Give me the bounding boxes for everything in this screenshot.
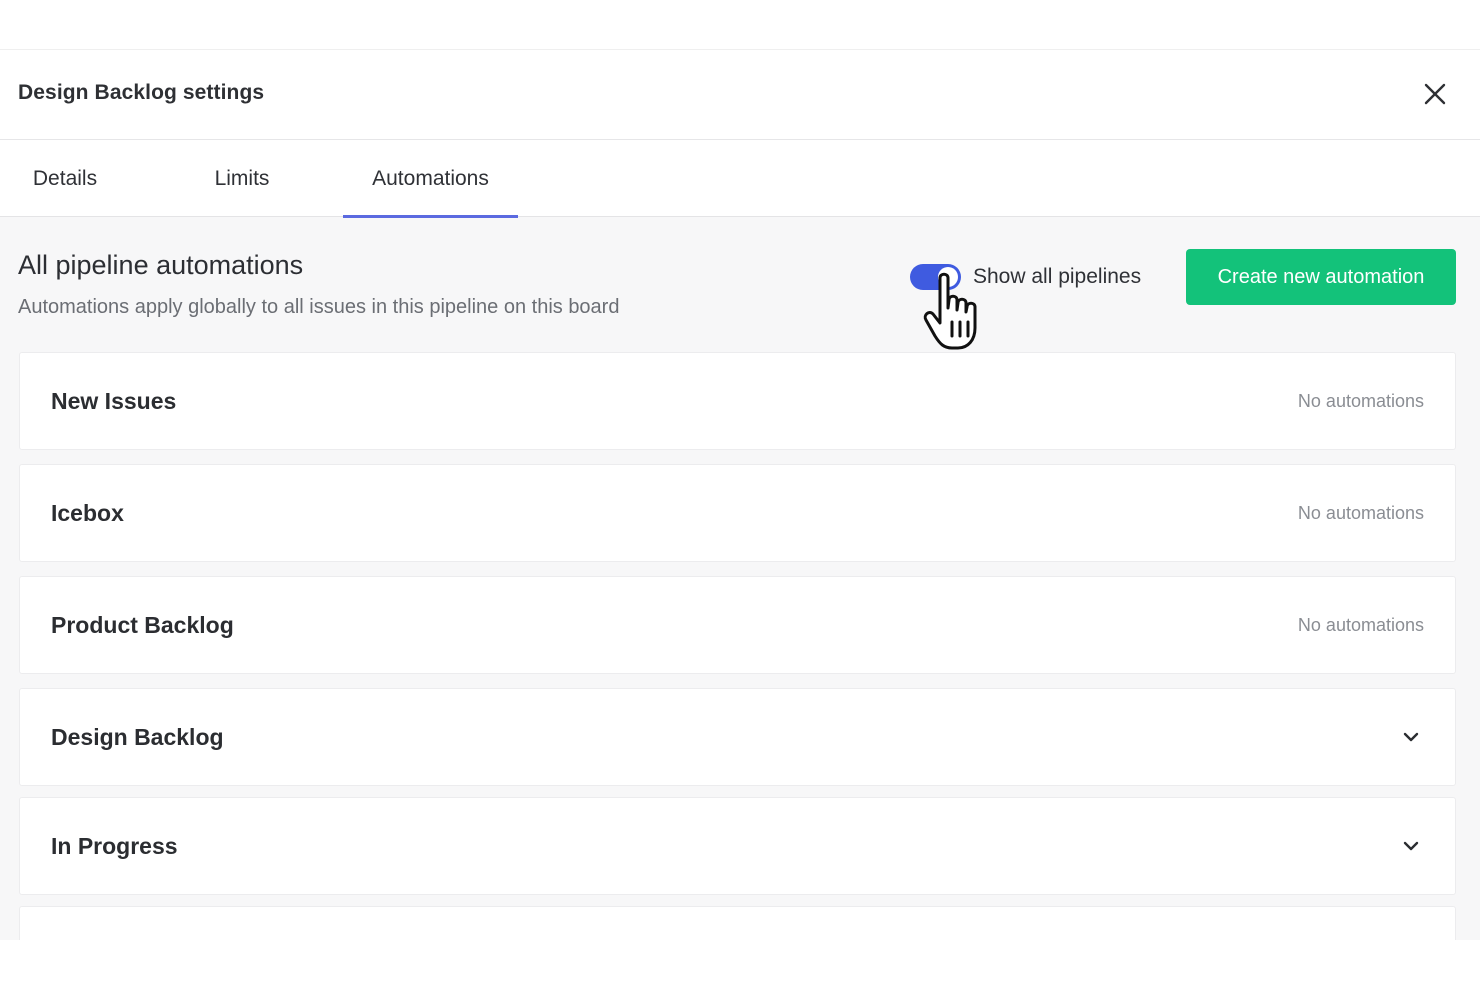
section-title: All pipeline automations bbox=[18, 250, 304, 280]
toggle-label: Show all pipelines bbox=[973, 265, 1142, 288]
create-automation-button[interactable]: Create new automation bbox=[1186, 249, 1456, 305]
pipeline-status: No automations bbox=[1297, 503, 1424, 523]
tab-bar: Details Limits Automations bbox=[0, 140, 1480, 218]
tab-details[interactable]: Details bbox=[18, 140, 112, 217]
pipeline-name: Design Backlog bbox=[51, 724, 224, 750]
top-strip bbox=[0, 0, 1480, 50]
section-description: Automations apply globally to all issues… bbox=[18, 296, 620, 318]
toggle-knob bbox=[938, 267, 958, 287]
pipeline-name: Product Backlog bbox=[51, 612, 234, 638]
pipeline-name: Icebox bbox=[51, 500, 124, 526]
chevron-down-icon[interactable] bbox=[1401, 727, 1421, 747]
pipeline-row-design-backlog[interactable]: Design Backlog bbox=[19, 688, 1456, 786]
settings-modal: Design Backlog settings Details Limits A… bbox=[0, 50, 1480, 940]
tab-automations[interactable]: Automations bbox=[343, 140, 518, 218]
pipeline-row-product-backlog[interactable]: Product Backlog No automations bbox=[19, 576, 1456, 674]
pipeline-name: In Progress bbox=[51, 833, 178, 859]
close-icon[interactable] bbox=[1418, 77, 1452, 111]
modal-header: Design Backlog settings bbox=[0, 50, 1480, 140]
pipeline-name: New Issues bbox=[51, 388, 177, 414]
show-all-pipelines-toggle[interactable] bbox=[910, 264, 961, 290]
tab-limits[interactable]: Limits bbox=[196, 140, 288, 217]
pipeline-status: No automations bbox=[1297, 615, 1424, 635]
pipeline-status: No automations bbox=[1297, 391, 1424, 411]
pipeline-row-new-issues[interactable]: New Issues No automations bbox=[19, 352, 1456, 450]
pipeline-row-icebox[interactable]: Icebox No automations bbox=[19, 464, 1456, 562]
modal-title: Design Backlog settings bbox=[18, 81, 265, 104]
pipeline-row-in-progress[interactable]: In Progress bbox=[19, 797, 1456, 895]
bottom-strip bbox=[0, 940, 1480, 987]
chevron-down-icon[interactable] bbox=[1401, 836, 1421, 856]
pipeline-row-partial[interactable] bbox=[19, 906, 1456, 940]
